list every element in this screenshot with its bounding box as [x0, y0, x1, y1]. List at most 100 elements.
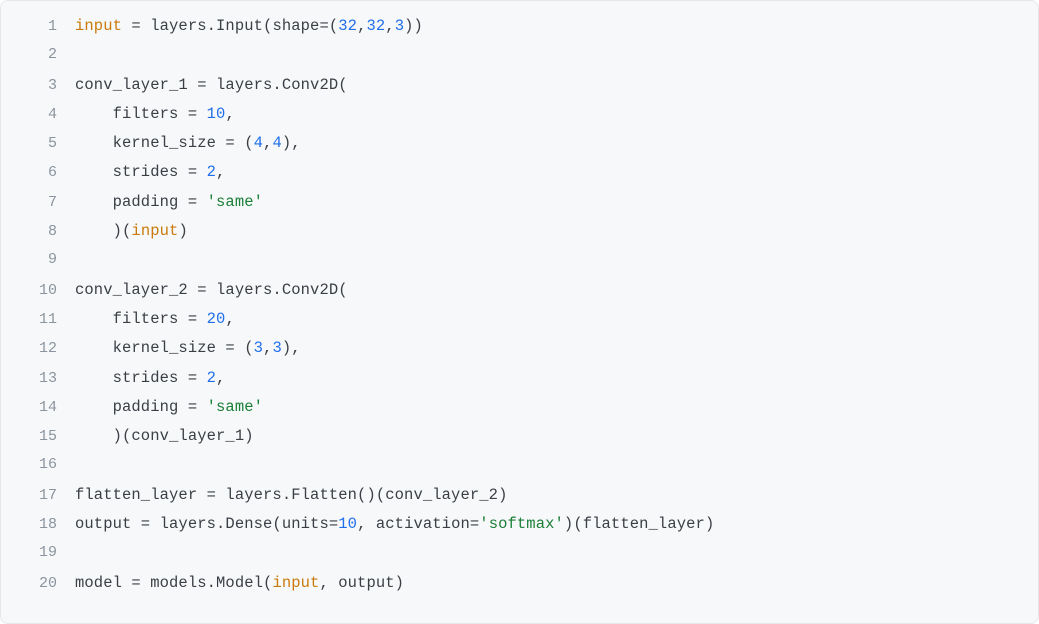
code-token: input	[131, 222, 178, 240]
line-number: 9	[23, 251, 57, 268]
code-line: 12 kernel_size = (3,3),	[23, 339, 1016, 368]
code-token: = layers.Input(shape=(	[122, 17, 338, 35]
code-token: ,	[225, 105, 234, 123]
line-number: 11	[23, 311, 57, 328]
code-line: 11 filters = 20,	[23, 310, 1016, 339]
code-content: input = layers.Input(shape=(32,32,3))	[75, 17, 423, 35]
code-token: conv_layer_1 = layers.Conv2D(	[75, 76, 348, 94]
code-line: 6 strides = 2,	[23, 163, 1016, 192]
line-number: 17	[23, 487, 57, 504]
code-token: 3	[254, 339, 263, 357]
line-number: 8	[23, 223, 57, 240]
code-line: 8 )(input)	[23, 222, 1016, 251]
code-token: 3	[272, 339, 281, 357]
line-number: 6	[23, 164, 57, 181]
code-token: ,	[385, 17, 394, 35]
code-token: )(flatten_layer)	[564, 515, 714, 533]
code-content: filters = 20,	[75, 310, 235, 328]
code-line: 16	[23, 456, 1016, 485]
code-token: model = models.Model(	[75, 574, 272, 592]
code-line: 10 conv_layer_2 = layers.Conv2D(	[23, 281, 1016, 310]
code-content: conv_layer_1 = layers.Conv2D(	[75, 76, 348, 94]
code-line: 20model = models.Model(input, output)	[23, 574, 1016, 603]
line-number: 13	[23, 370, 57, 387]
code-token: ),	[282, 134, 301, 152]
code-token: 3	[395, 17, 404, 35]
line-number: 15	[23, 428, 57, 445]
code-line: 14 padding = 'same'	[23, 398, 1016, 427]
line-number: 1	[23, 18, 57, 35]
line-number: 3	[23, 77, 57, 94]
code-token: 2	[207, 163, 216, 181]
code-content: conv_layer_2 = layers.Conv2D(	[75, 281, 348, 299]
code-token: 'softmax'	[479, 515, 564, 533]
code-line: 17 flatten_layer = layers.Flatten()(conv_…	[23, 486, 1016, 515]
line-number: 5	[23, 135, 57, 152]
code-token: strides =	[75, 369, 207, 387]
line-number: 16	[23, 456, 57, 473]
code-token: input	[75, 17, 122, 35]
code-lines-container: 1input = layers.Input(shape=(32,32,3))23…	[23, 17, 1016, 603]
code-line: 19	[23, 544, 1016, 573]
code-token: 20	[207, 310, 226, 328]
line-number: 14	[23, 399, 57, 416]
code-token: 4	[272, 134, 281, 152]
code-token: ,	[216, 163, 225, 181]
code-line: 7 padding = 'same'	[23, 193, 1016, 222]
code-token: )	[178, 222, 187, 240]
code-line: 3 conv_layer_1 = layers.Conv2D(	[23, 76, 1016, 105]
code-content: flatten_layer = layers.Flatten()(conv_la…	[75, 486, 507, 504]
code-token: 10	[338, 515, 357, 533]
code-token: conv_layer_2 = layers.Conv2D(	[75, 281, 348, 299]
code-token: 2	[207, 369, 216, 387]
code-token: input	[272, 574, 319, 592]
code-content: kernel_size = (3,3),	[75, 339, 301, 357]
code-line: 2	[23, 46, 1016, 75]
code-token: ),	[282, 339, 301, 357]
code-content: )(input)	[75, 222, 188, 240]
code-token: 32	[366, 17, 385, 35]
code-token: padding =	[75, 398, 207, 416]
code-token: filters =	[75, 105, 207, 123]
code-line: 5 kernel_size = (4,4),	[23, 134, 1016, 163]
code-token: filters =	[75, 310, 207, 328]
code-content: kernel_size = (4,4),	[75, 134, 301, 152]
code-token: strides =	[75, 163, 207, 181]
code-line: 4 filters = 10,	[23, 105, 1016, 134]
code-line: 18 output = layers.Dense(units=10, activa…	[23, 515, 1016, 544]
line-number: 19	[23, 544, 57, 561]
code-token: flatten_layer = layers.Flatten()(conv_la…	[75, 486, 507, 504]
code-token: 32	[338, 17, 357, 35]
code-line: 1input = layers.Input(shape=(32,32,3))	[23, 17, 1016, 46]
code-token: kernel_size = (	[75, 134, 254, 152]
line-number: 2	[23, 46, 57, 63]
line-number: 10	[23, 282, 57, 299]
line-number: 18	[23, 516, 57, 533]
code-token: output = layers.Dense(units=	[75, 515, 338, 533]
code-token: , activation=	[357, 515, 479, 533]
code-line: 9	[23, 251, 1016, 280]
code-content: padding = 'same'	[75, 398, 263, 416]
code-token: 'same'	[207, 193, 263, 211]
code-content: strides = 2,	[75, 369, 225, 387]
code-token: ))	[404, 17, 423, 35]
code-token: 4	[254, 134, 263, 152]
line-number: 12	[23, 340, 57, 357]
code-token: )(conv_layer_1)	[75, 427, 254, 445]
code-content: )(conv_layer_1)	[75, 427, 254, 445]
code-line: 15 )(conv_layer_1)	[23, 427, 1016, 456]
code-token: padding =	[75, 193, 207, 211]
code-token: ,	[225, 310, 234, 328]
code-token: 'same'	[207, 398, 263, 416]
code-content: filters = 10,	[75, 105, 235, 123]
line-number: 20	[23, 575, 57, 592]
code-token: 10	[207, 105, 226, 123]
line-number: 7	[23, 194, 57, 211]
code-token: ,	[216, 369, 225, 387]
code-block: 1input = layers.Input(shape=(32,32,3))23…	[0, 0, 1039, 624]
code-content: padding = 'same'	[75, 193, 263, 211]
code-line: 13 strides = 2,	[23, 369, 1016, 398]
line-number: 4	[23, 106, 57, 123]
code-token: kernel_size = (	[75, 339, 254, 357]
code-token: )(	[75, 222, 131, 240]
